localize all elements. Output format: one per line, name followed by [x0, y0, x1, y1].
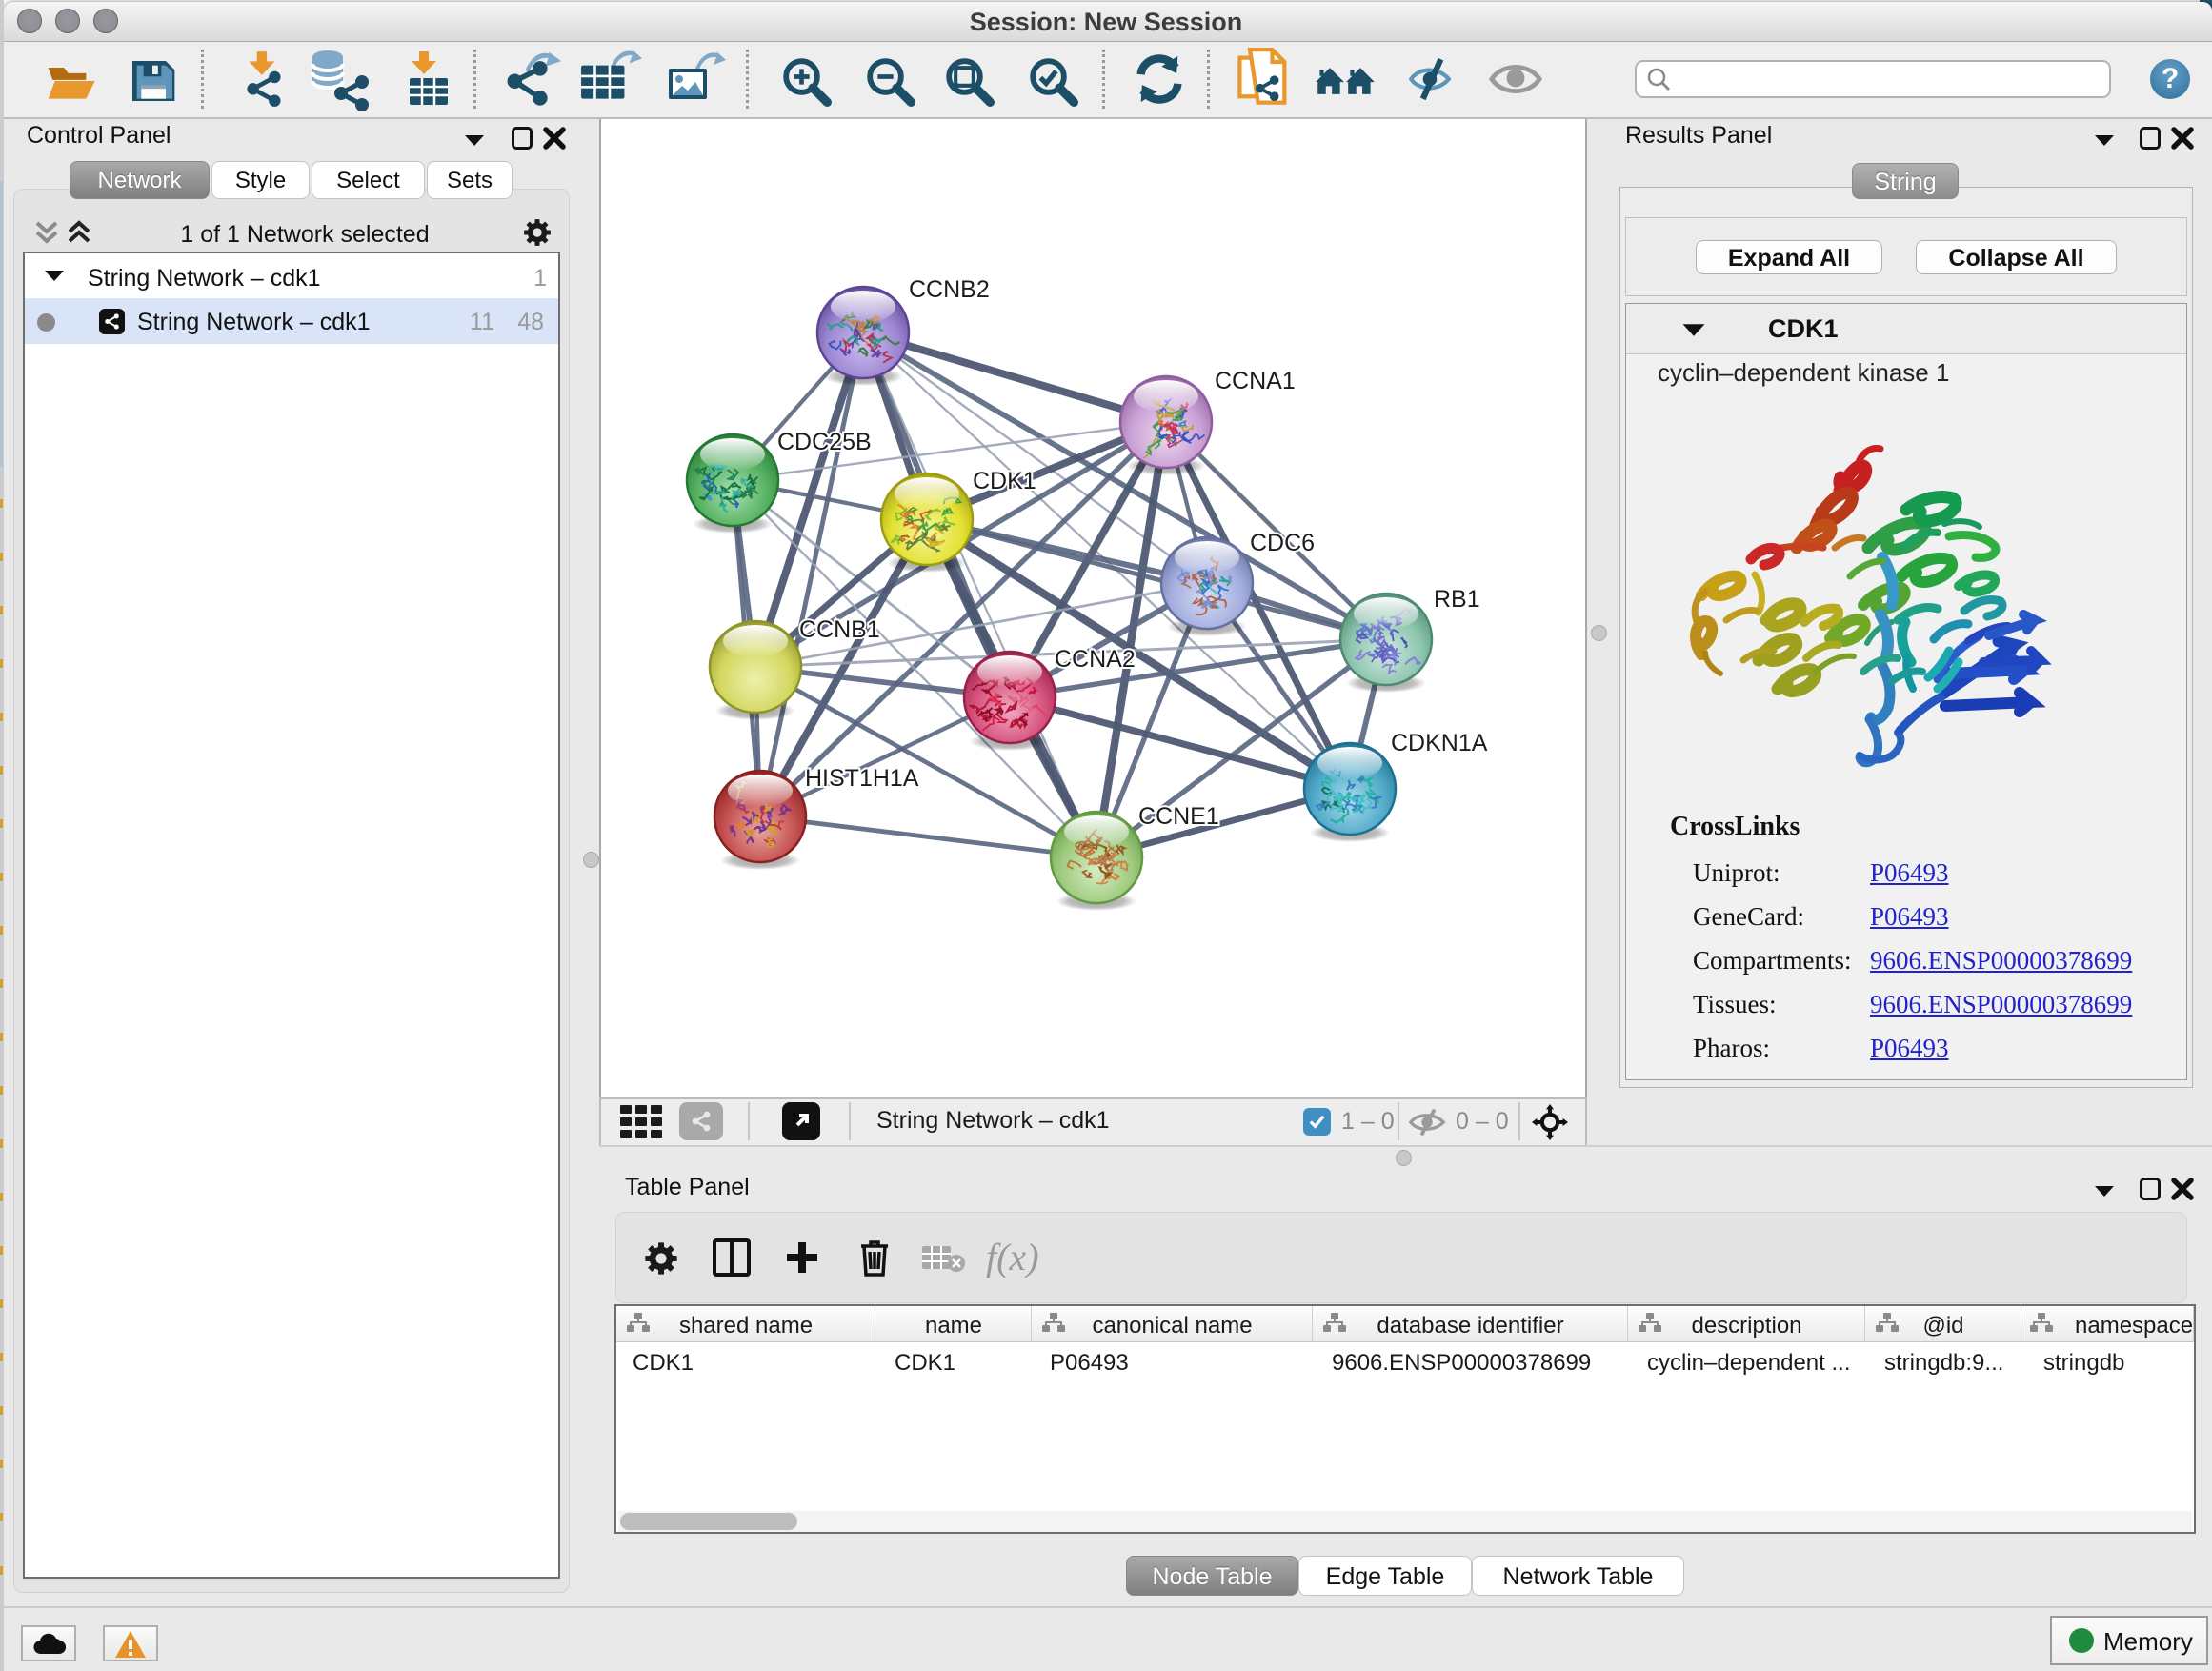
svg-text:CCNA2: CCNA2 [1055, 646, 1136, 673]
svg-text:CCNE1: CCNE1 [1138, 803, 1219, 830]
svg-text:HIST1H1A: HIST1H1A [805, 765, 919, 792]
svg-text:CDC6: CDC6 [1250, 530, 1315, 556]
svg-text:CCNB2: CCNB2 [909, 276, 990, 303]
svg-text:CDKN1A: CDKN1A [1391, 730, 1488, 756]
svg-text:CCNB1: CCNB1 [799, 616, 880, 643]
svg-text:CCNA1: CCNA1 [1215, 368, 1296, 394]
svg-text:CDK1: CDK1 [973, 468, 1036, 494]
svg-text:RB1: RB1 [1434, 586, 1480, 613]
svg-text:CDC25B: CDC25B [777, 429, 872, 455]
